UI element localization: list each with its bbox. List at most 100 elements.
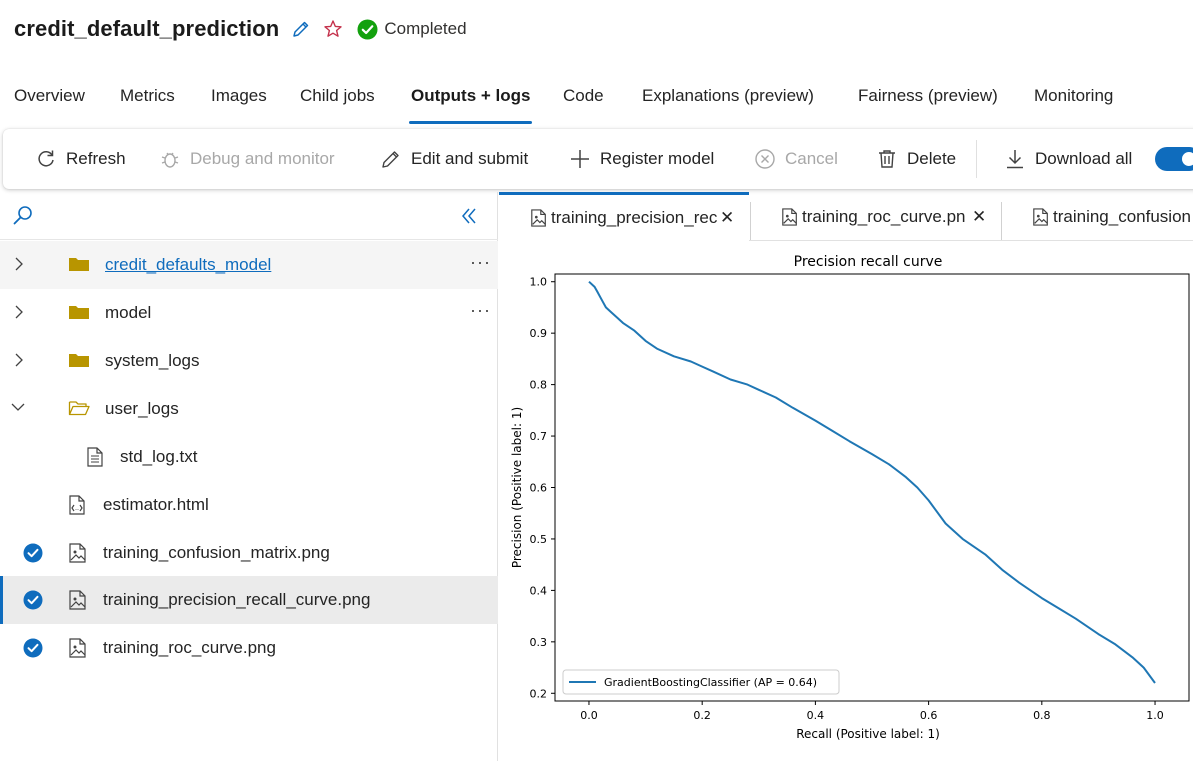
tab-code[interactable]: Code (563, 86, 604, 106)
x-tick-label: 1.0 (1146, 709, 1164, 722)
y-tick-label: 0.4 (530, 584, 548, 597)
tree-item-label: estimator.html (103, 495, 209, 514)
status-badge: Completed (357, 19, 467, 40)
tab-fairness[interactable]: Fairness (preview) (858, 86, 998, 106)
legend-label: GradientBoostingClassifier (AP = 0.64) (604, 676, 817, 689)
file-tree-pane: credit_defaults_model ··· model ··· syst… (0, 192, 498, 761)
tree-item-label: training_roc_curve.png (103, 638, 276, 657)
tree-item-label: training_precision_recall_curve.png (103, 590, 371, 609)
image-preview: Precision recall curve 0.2 0.3 0.4 0.5 0.6 0.… (499, 242, 1193, 761)
debug-monitor-button[interactable]: Debug and monitor (159, 129, 335, 189)
bug-icon (159, 148, 181, 170)
folder-icon (68, 351, 90, 374)
x-tick-label: 0.0 (580, 709, 598, 722)
register-model-button[interactable]: Register model (569, 129, 714, 189)
text-file-icon (86, 447, 104, 472)
tree-item-label: model (105, 303, 152, 322)
chevron-right-icon[interactable] (11, 303, 27, 326)
tree-item-estimator[interactable]: estimator.html (0, 481, 498, 529)
app-root: credit_default_prediction Completed Over… (0, 0, 1193, 761)
image-file-icon (781, 207, 799, 226)
status-text: Completed (384, 19, 467, 38)
success-check-icon (357, 19, 378, 40)
edit-submit-button[interactable]: Edit and submit (380, 129, 528, 189)
close-icon[interactable]: ✕ (720, 208, 734, 228)
collapse-pane-icon[interactable] (459, 206, 479, 231)
checked-circle-icon[interactable] (23, 590, 43, 615)
y-axis-ticks: 0.2 0.3 0.4 0.5 0.6 0.7 0.8 0.9 1.0 (530, 276, 555, 700)
series-line (588, 280, 1156, 684)
refresh-label: Refresh (66, 149, 126, 168)
refresh-button[interactable]: Refresh (35, 129, 126, 189)
file-tab-precision-recall[interactable]: training_precision_rec ✕ (499, 192, 749, 241)
register-model-label: Register model (600, 149, 715, 168)
page-title: credit_default_prediction (14, 16, 280, 41)
command-toolbar: Refresh Debug and monitor Edit and submi… (3, 129, 1193, 189)
toggle-knob (1182, 152, 1193, 166)
image-file-icon (68, 638, 88, 663)
y-tick-label: 0.2 (530, 687, 548, 700)
download-icon (1004, 148, 1026, 170)
tab-overview[interactable]: Overview (14, 86, 85, 106)
cancel-circle-icon (754, 148, 776, 170)
refresh-icon (35, 148, 57, 170)
tab-images[interactable]: Images (211, 86, 267, 106)
edit-pencil-icon[interactable] (291, 19, 311, 39)
debug-monitor-label: Debug and monitor (190, 149, 335, 168)
chevron-right-icon[interactable] (11, 351, 27, 374)
tree-item-model[interactable]: model ··· (0, 289, 498, 337)
y-tick-label: 0.7 (530, 430, 548, 443)
tree-item-label: std_log.txt (120, 447, 198, 466)
tab-outputs-logs[interactable]: Outputs + logs (411, 86, 530, 106)
tree-item-system-logs[interactable]: system_logs (0, 337, 498, 385)
favorite-star-icon[interactable] (323, 19, 343, 39)
tree-item-label: system_logs (105, 351, 200, 370)
more-options-icon[interactable]: ··· (470, 301, 491, 319)
job-header: credit_default_prediction Completed (14, 12, 467, 46)
active-tab-indicator (409, 121, 532, 124)
file-tab-confusion[interactable]: training_confusion (1001, 192, 1193, 241)
precision-recall-chart: Precision recall curve 0.20.30.40.50.60.… (510, 254, 1190, 741)
y-axis-label: Precision (Positive label: 1) (510, 407, 524, 568)
chart-legend: GradientBoostingClassifier (AP = 0.64) (562, 669, 840, 695)
x-tick-label: 0.8 (1033, 709, 1051, 722)
tree-item-confusion-matrix[interactable]: training_confusion_matrix.png (0, 529, 498, 577)
tree-item-label[interactable]: credit_defaults_model (105, 255, 271, 275)
tree-item-precision-recall[interactable]: training_precision_recall_curve.png (0, 576, 498, 624)
y-tick-label: 0.3 (530, 636, 548, 649)
toggle-switch[interactable] (1155, 147, 1193, 171)
folder-icon (68, 255, 90, 278)
close-icon[interactable]: ✕ (972, 207, 986, 227)
tab-metrics[interactable]: Metrics (120, 86, 175, 106)
tree-item-user-logs[interactable]: user_logs (0, 385, 498, 433)
y-tick-label: 0.8 (530, 379, 548, 392)
tree-item-label: user_logs (105, 399, 179, 418)
checked-circle-icon[interactable] (23, 638, 43, 663)
folder-icon (68, 303, 90, 326)
tree-item-roc-curve[interactable]: training_roc_curve.png (0, 624, 498, 672)
checked-circle-icon[interactable] (23, 543, 43, 568)
file-tabs: training_precision_rec ✕ training_roc_cu… (499, 192, 1193, 241)
delete-button[interactable]: Delete (876, 129, 956, 189)
job-tabs: Overview Metrics Images Child jobs Outpu… (0, 78, 1193, 124)
tab-monitoring[interactable]: Monitoring (1034, 86, 1113, 106)
more-options-icon[interactable]: ··· (470, 253, 491, 271)
cancel-button[interactable]: Cancel (754, 129, 838, 189)
cancel-label: Cancel (785, 149, 838, 168)
plot-frame (554, 273, 1190, 702)
tree-item-std-log[interactable]: std_log.txt (0, 433, 498, 481)
tab-explanations[interactable]: Explanations (preview) (642, 86, 814, 106)
file-viewer-pane: training_precision_rec ✕ training_roc_cu… (499, 192, 1193, 761)
tree-item-credit-defaults-model[interactable]: credit_defaults_model ··· (0, 241, 498, 289)
search-icon[interactable] (12, 204, 34, 231)
y-tick-label: 0.9 (530, 327, 548, 340)
image-file-icon (530, 209, 548, 227)
download-all-button[interactable]: Download all (1004, 129, 1132, 189)
chevron-down-icon[interactable] (9, 399, 27, 420)
tab-child-jobs[interactable]: Child jobs (300, 86, 375, 106)
file-tab-label: training_roc_curve.pn (802, 206, 966, 226)
file-tab-roc-curve[interactable]: training_roc_curve.pn ✕ (750, 192, 1000, 241)
y-tick-label: 0.6 (530, 482, 548, 495)
chevron-right-icon[interactable] (11, 255, 27, 278)
x-tick-label: 0.2 (693, 709, 711, 722)
